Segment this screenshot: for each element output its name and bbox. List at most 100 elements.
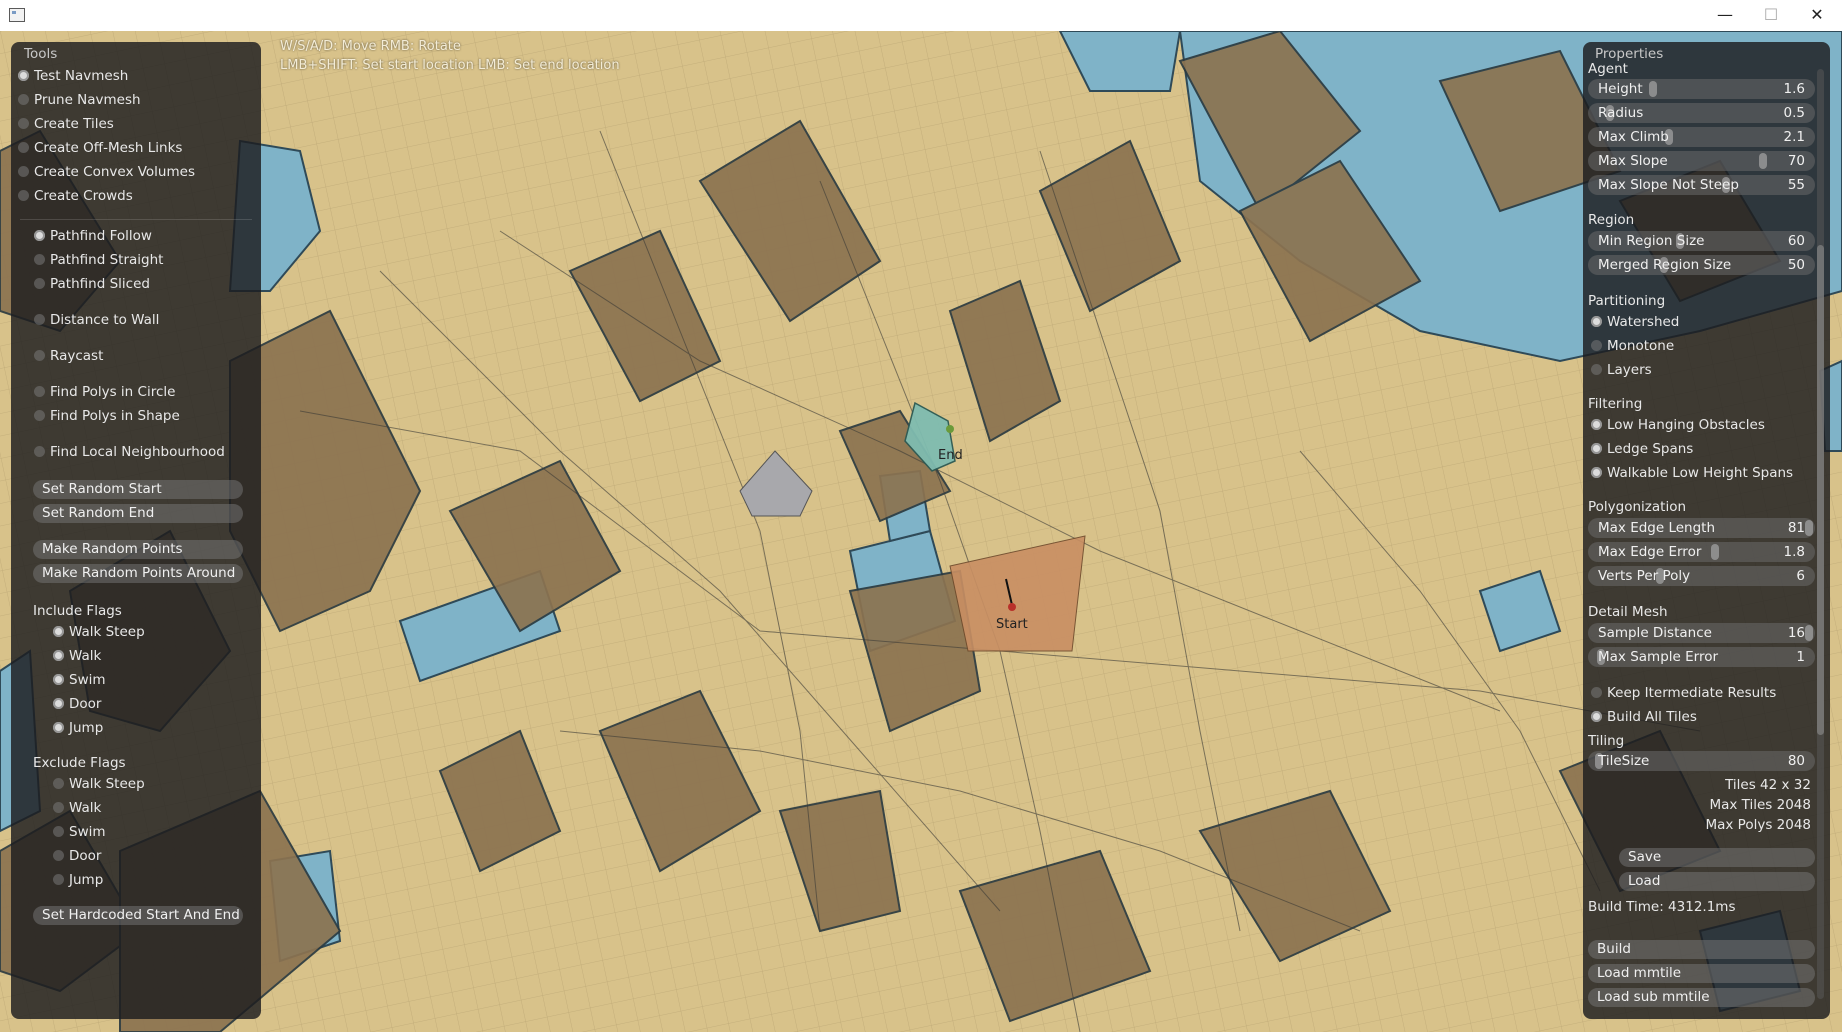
slider-tilesize[interactable]: TileSize 80 xyxy=(1588,751,1815,771)
navmesh-scene: Start End xyxy=(0,31,1842,1032)
filter-low-hanging-obstacles[interactable]: Low Hanging Obstacles xyxy=(1591,415,1765,435)
tools-panel: Tools Test Navmesh Prune Navmesh Create … xyxy=(11,42,261,1019)
slider-thumb[interactable] xyxy=(1805,625,1813,641)
slider-merged-region-size[interactable]: Merged Region Size 50 xyxy=(1588,255,1815,275)
include-flag-swim[interactable]: Swim xyxy=(53,670,106,690)
exclude-flag-door[interactable]: Door xyxy=(53,846,101,866)
set-hardcoded-start-end-button[interactable]: Set Hardcoded Start And End xyxy=(33,906,243,925)
slider-thumb[interactable] xyxy=(1649,81,1657,97)
slider-thumb[interactable] xyxy=(1711,544,1719,560)
exclude-flag-jump[interactable]: Jump xyxy=(53,870,103,890)
flag-label: Walk Steep xyxy=(69,624,145,640)
tool-create-offmesh-links[interactable]: Create Off-Mesh Links xyxy=(18,138,182,158)
slider-agent-radius[interactable]: Radius 0.5 xyxy=(1588,103,1815,123)
minimize-button[interactable]: — xyxy=(1702,0,1748,31)
mode-pathfind-sliced[interactable]: Pathfind Sliced xyxy=(34,274,150,294)
radio-icon xyxy=(1591,340,1602,351)
checkbox-icon xyxy=(53,778,64,789)
partition-monotone[interactable]: Monotone xyxy=(1591,336,1674,356)
max-polys: Max Polys 2048 xyxy=(1705,817,1811,833)
save-button[interactable]: Save xyxy=(1619,848,1815,867)
partition-layers[interactable]: Layers xyxy=(1591,360,1652,380)
maximize-button[interactable]: ☐ xyxy=(1748,0,1794,31)
slider-value: 0.5 xyxy=(1783,105,1805,121)
mode-find-local-neighbourhood[interactable]: Find Local Neighbourhood xyxy=(34,442,225,462)
flag-label: Door xyxy=(69,696,102,712)
option-label: Ledge Spans xyxy=(1607,441,1694,457)
radio-icon xyxy=(1591,316,1602,327)
checkbox-icon xyxy=(1591,467,1602,478)
tool-create-convex-volumes[interactable]: Create Convex Volumes xyxy=(18,162,195,182)
max-tiles: Max Tiles 2048 xyxy=(1709,797,1811,813)
slider-max-edge-length[interactable]: Max Edge Length 81 xyxy=(1588,518,1815,538)
mode-pathfind-straight[interactable]: Pathfind Straight xyxy=(34,250,163,270)
slider-value: 16 xyxy=(1787,625,1805,641)
tool-prune-navmesh[interactable]: Prune Navmesh xyxy=(18,90,141,110)
load-mmtile-button[interactable]: Load mmtile xyxy=(1588,964,1815,983)
make-random-points-button[interactable]: Make Random Points xyxy=(33,540,243,559)
radio-icon xyxy=(34,230,45,241)
slider-label: Max Sample Error xyxy=(1598,649,1719,665)
partition-watershed[interactable]: Watershed xyxy=(1591,312,1679,332)
slider-sample-distance[interactable]: Sample Distance 16 xyxy=(1588,623,1815,643)
filter-walkable-low-height[interactable]: Walkable Low Height Spans xyxy=(1591,463,1793,483)
slider-label: Max Slope xyxy=(1598,153,1668,169)
exclude-flag-walk[interactable]: Walk xyxy=(53,798,101,818)
include-flag-jump[interactable]: Jump xyxy=(53,718,103,738)
load-sub-mmtile-button[interactable]: Load sub mmtile xyxy=(1588,988,1815,1007)
slider-agent-max-climb[interactable]: Max Climb 2.1 xyxy=(1588,127,1815,147)
slider-min-region-size[interactable]: Min Region Size 60 xyxy=(1588,231,1815,251)
divider xyxy=(20,219,252,220)
slider-thumb[interactable] xyxy=(1805,520,1813,536)
properties-scrollbar-thumb[interactable] xyxy=(1817,245,1824,735)
include-flag-door[interactable]: Door xyxy=(53,694,101,714)
slider-label: Max Edge Error xyxy=(1598,544,1702,560)
slider-label: Sample Distance xyxy=(1598,625,1712,641)
checkbox-icon xyxy=(1591,711,1602,722)
build-button[interactable]: Build xyxy=(1588,940,1815,959)
slider-agent-max-slope-not-steep[interactable]: Max Slope Not Steep 55 xyxy=(1588,175,1815,195)
flag-label: Jump xyxy=(69,720,104,736)
slider-verts-per-poly[interactable]: Verts Per Poly 6 xyxy=(1588,566,1815,586)
filter-ledge-spans[interactable]: Ledge Spans xyxy=(1591,439,1693,459)
option-label: Low Hanging Obstacles xyxy=(1607,417,1765,433)
tool-create-crowds[interactable]: Create Crowds xyxy=(18,186,133,206)
tool-test-navmesh[interactable]: Test Navmesh xyxy=(18,66,128,86)
slider-max-edge-error[interactable]: Max Edge Error 1.8 xyxy=(1588,542,1815,562)
exclude-flag-walk-steep[interactable]: Walk Steep xyxy=(53,774,145,794)
detail-mesh-section-title: Detail Mesh xyxy=(1588,604,1668,620)
mode-find-polys-shape[interactable]: Find Polys in Shape xyxy=(34,406,180,426)
slider-agent-height[interactable]: Height 1.6 xyxy=(1588,79,1815,99)
slider-thumb[interactable] xyxy=(1759,153,1767,169)
navmesh-viewport[interactable]: Start End W/S/A/D: Move RMB: Rotate LMB+… xyxy=(0,31,1842,1032)
properties-title: Properties xyxy=(1595,46,1664,62)
tool-label: Prune Navmesh xyxy=(34,92,141,108)
mode-find-polys-circle[interactable]: Find Polys in Circle xyxy=(34,382,175,402)
end-marker xyxy=(946,425,954,433)
mode-distance-to-wall[interactable]: Distance to Wall xyxy=(34,310,159,330)
set-random-end-button[interactable]: Set Random End xyxy=(33,504,243,523)
build-all-tiles-checkbox[interactable]: Build All Tiles xyxy=(1591,707,1697,727)
exclude-flag-swim[interactable]: Swim xyxy=(53,822,106,842)
slider-agent-max-slope[interactable]: Max Slope 70 xyxy=(1588,151,1815,171)
include-flag-walk-steep[interactable]: Walk Steep xyxy=(53,622,145,642)
radio-icon xyxy=(34,446,45,457)
flag-label: Walk xyxy=(69,648,102,664)
make-random-points-around-button[interactable]: Make Random Points Around xyxy=(33,564,243,583)
radio-icon xyxy=(34,254,45,265)
set-random-start-button[interactable]: Set Random Start xyxy=(33,480,243,499)
mode-pathfind-follow[interactable]: Pathfind Follow xyxy=(34,226,152,246)
slider-max-sample-error[interactable]: Max Sample Error 1 xyxy=(1588,647,1815,667)
slider-value: 60 xyxy=(1787,233,1805,249)
flag-label: Swim xyxy=(69,672,106,688)
tool-label: Test Navmesh xyxy=(34,68,129,84)
include-flags-title: Include Flags xyxy=(33,603,122,619)
checkbox-icon xyxy=(53,626,64,637)
mode-raycast[interactable]: Raycast xyxy=(34,346,103,366)
close-button[interactable]: ✕ xyxy=(1794,0,1840,31)
tool-create-tiles[interactable]: Create Tiles xyxy=(18,114,114,134)
include-flag-walk[interactable]: Walk xyxy=(53,646,101,666)
build-time: Build Time: 4312.1ms xyxy=(1588,899,1736,915)
load-button[interactable]: Load xyxy=(1619,872,1815,891)
keep-intermediate-results-checkbox[interactable]: Keep Itermediate Results xyxy=(1591,683,1776,703)
